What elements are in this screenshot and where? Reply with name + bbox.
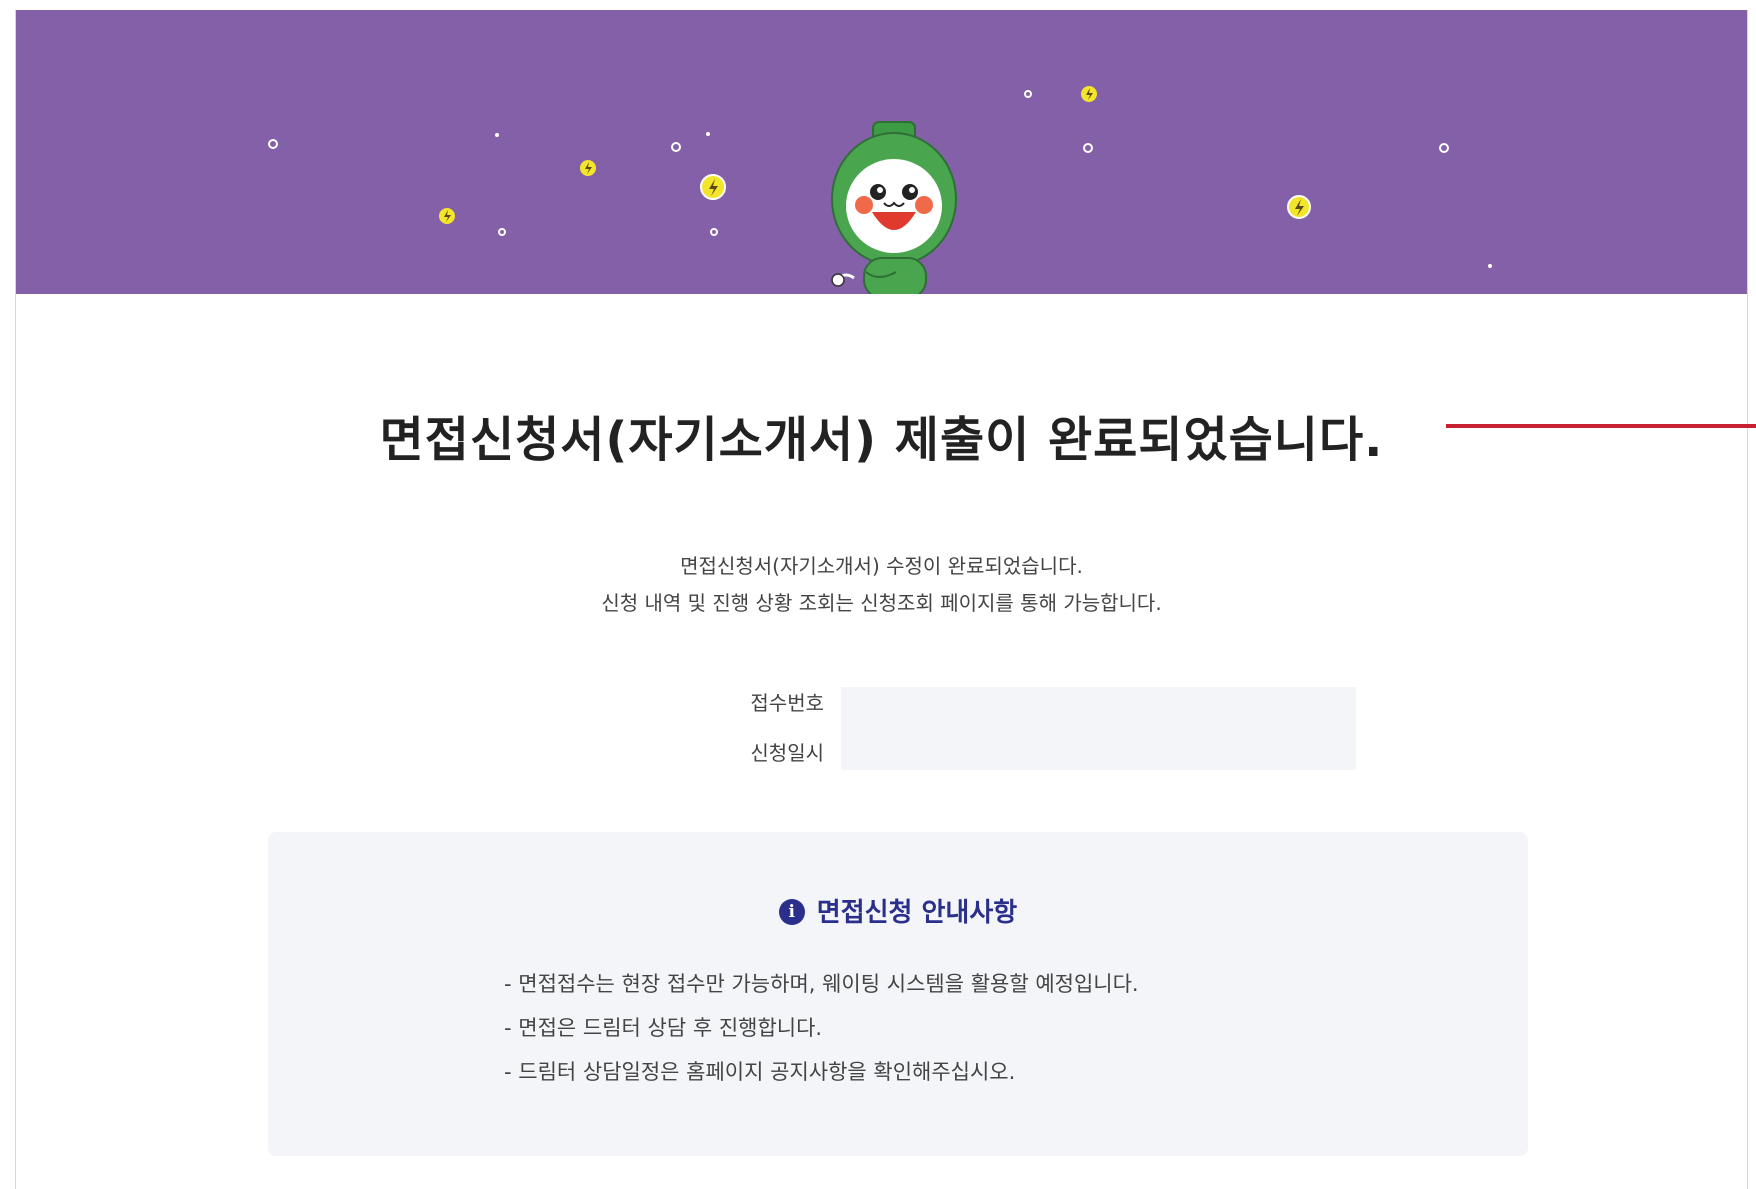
page-title: 면접신청서(자기소개서) 제출이 완료되었습니다.: [379, 412, 1384, 468]
receipt-values: [841, 687, 1356, 770]
completion-message-line: 신청 내역 및 진행 상황 조회는 신청조회 페이지를 통해 가능합니다.: [601, 591, 1162, 615]
completion-message-line: 면접신청서(자기소개서) 수정이 완료되었습니다.: [680, 554, 1083, 578]
info-icon: i: [778, 898, 805, 925]
notice-item: - 면접은 드림터 상담 후 진행합니다.: [504, 1016, 823, 1040]
receipt-number-label: 접수번호: [750, 691, 824, 715]
hero-banner: [16, 10, 1747, 294]
receipt-labels: 접수번호 신청일시: [716, 678, 824, 778]
completion-message: 면접신청서(자기소개서) 수정이 완료되었습니다. 신청 내역 및 진행 상황 …: [16, 548, 1747, 622]
notice-title: 면접신청 안내사항: [816, 898, 1018, 928]
page-frame: 면접신청서(자기소개서) 제출이 완료되었습니다. 면접신청서(자기소개서) 수…: [15, 10, 1748, 1189]
receipt-number-value: [841, 687, 1356, 728]
notice-panel: i 면접신청 안내사항 - 면접접수는 현장 접수만 가능하며, 웨이팅 시스템을…: [268, 832, 1528, 1156]
green-lightbulb-mascot-icon: [831, 121, 957, 294]
annotation-arrow: [1446, 424, 1756, 428]
notice-heading: i 면접신청 안내사항: [268, 896, 1528, 930]
receipt-date-value: [841, 728, 1356, 769]
notice-item: - 드림터 상담일정은 홈페이지 공지사항을 확인해주십시오.: [504, 1060, 1016, 1084]
notice-item: - 면접접수는 현장 접수만 가능하며, 웨이팅 시스템을 활용할 예정입니다.: [504, 972, 1139, 996]
hero-illustration: [268, 86, 1492, 294]
sparkle-dot-icon: [495, 132, 1492, 268]
receipt-date-label: 신청일시: [750, 741, 824, 765]
notice-list: - 면접접수는 현장 접수만 가능하며, 웨이팅 시스템을 활용할 예정입니다.…: [504, 962, 1139, 1094]
